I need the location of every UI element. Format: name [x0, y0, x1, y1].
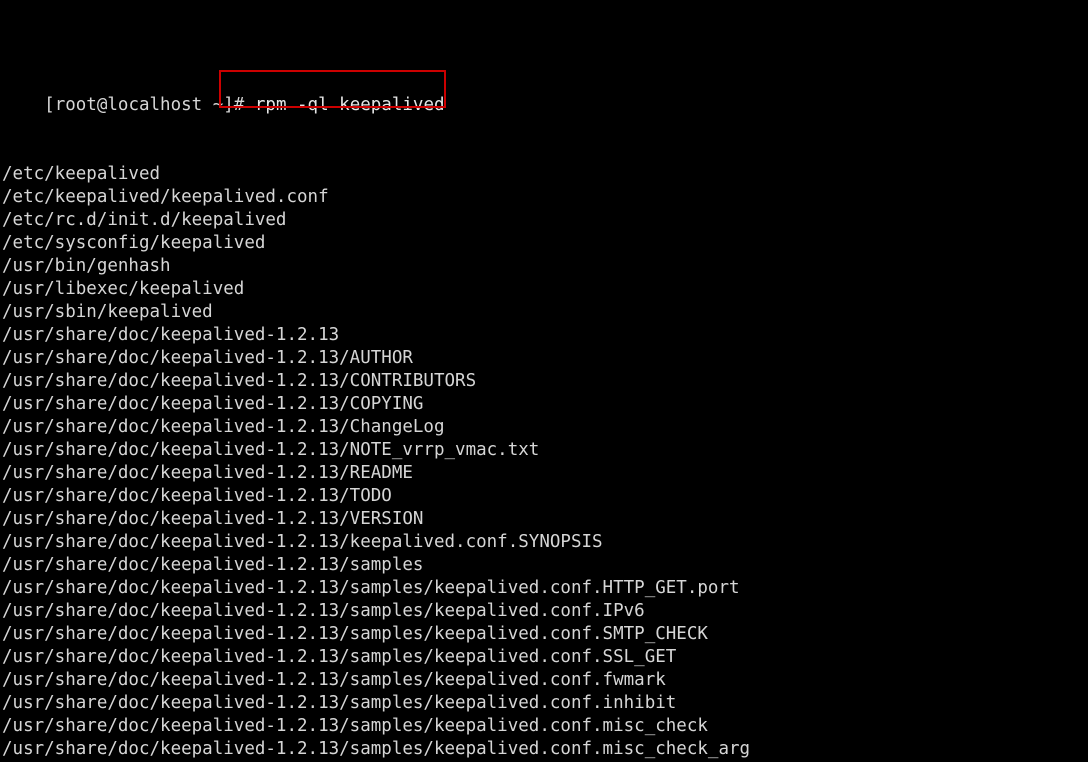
output-line: /usr/share/doc/keepalived-1.2.13 — [2, 325, 340, 345]
command-prompt-line: [root@localhost ~]# rpm -ql keepalived — [2, 70, 1088, 115]
output-line: /usr/share/doc/keepalived-1.2.13/samples… — [2, 670, 666, 690]
output-line: /usr/share/doc/keepalived-1.2.13/NOTE_vr… — [2, 440, 540, 460]
output-line: /usr/share/doc/keepalived-1.2.13/README — [2, 463, 413, 483]
output-line: /usr/bin/genhash — [2, 256, 171, 276]
shell-prompt: [root@localhost ~]# — [44, 95, 255, 115]
output-line: /usr/sbin/keepalived — [2, 302, 213, 322]
output-line: /etc/rc.d/init.d/keepalived — [2, 210, 287, 230]
output-line: /usr/share/doc/keepalived-1.2.13/samples — [2, 555, 424, 575]
output-line: /usr/share/doc/keepalived-1.2.13/COPYING — [2, 394, 424, 414]
terminal-window[interactable]: [root@localhost ~]# rpm -ql keepalived /… — [0, 0, 1088, 762]
output-line: /etc/keepalived/keepalived.conf — [2, 187, 329, 207]
output-line: /usr/share/doc/keepalived-1.2.13/samples… — [2, 716, 708, 736]
output-line: /usr/share/doc/keepalived-1.2.13/TODO — [2, 486, 392, 506]
command-output: /etc/keepalived/etc/keepalived/keepalive… — [2, 163, 1088, 762]
output-line: /usr/share/doc/keepalived-1.2.13/samples… — [2, 624, 708, 644]
output-line: /usr/share/doc/keepalived-1.2.13/keepali… — [2, 532, 603, 552]
output-line: /usr/share/doc/keepalived-1.2.13/samples… — [2, 601, 645, 621]
output-line: /usr/libexec/keepalived — [2, 279, 245, 299]
output-line: /etc/sysconfig/keepalived — [2, 233, 266, 253]
output-line: /usr/share/doc/keepalived-1.2.13/AUTHOR — [2, 348, 413, 368]
output-line: /usr/share/doc/keepalived-1.2.13/samples… — [2, 647, 677, 667]
output-line: /usr/share/doc/keepalived-1.2.13/samples… — [2, 578, 740, 598]
output-line: /usr/share/doc/keepalived-1.2.13/samples… — [2, 693, 677, 713]
output-line: /usr/share/doc/keepalived-1.2.13/ChangeL… — [2, 417, 445, 437]
command-input[interactable]: rpm -ql keepalived — [255, 95, 445, 115]
output-line: /usr/share/doc/keepalived-1.2.13/CONTRIB… — [2, 371, 477, 391]
output-line: /usr/share/doc/keepalived-1.2.13/samples… — [2, 739, 751, 759]
output-line: /usr/share/doc/keepalived-1.2.13/VERSION — [2, 509, 424, 529]
output-line: /etc/keepalived — [2, 164, 161, 184]
